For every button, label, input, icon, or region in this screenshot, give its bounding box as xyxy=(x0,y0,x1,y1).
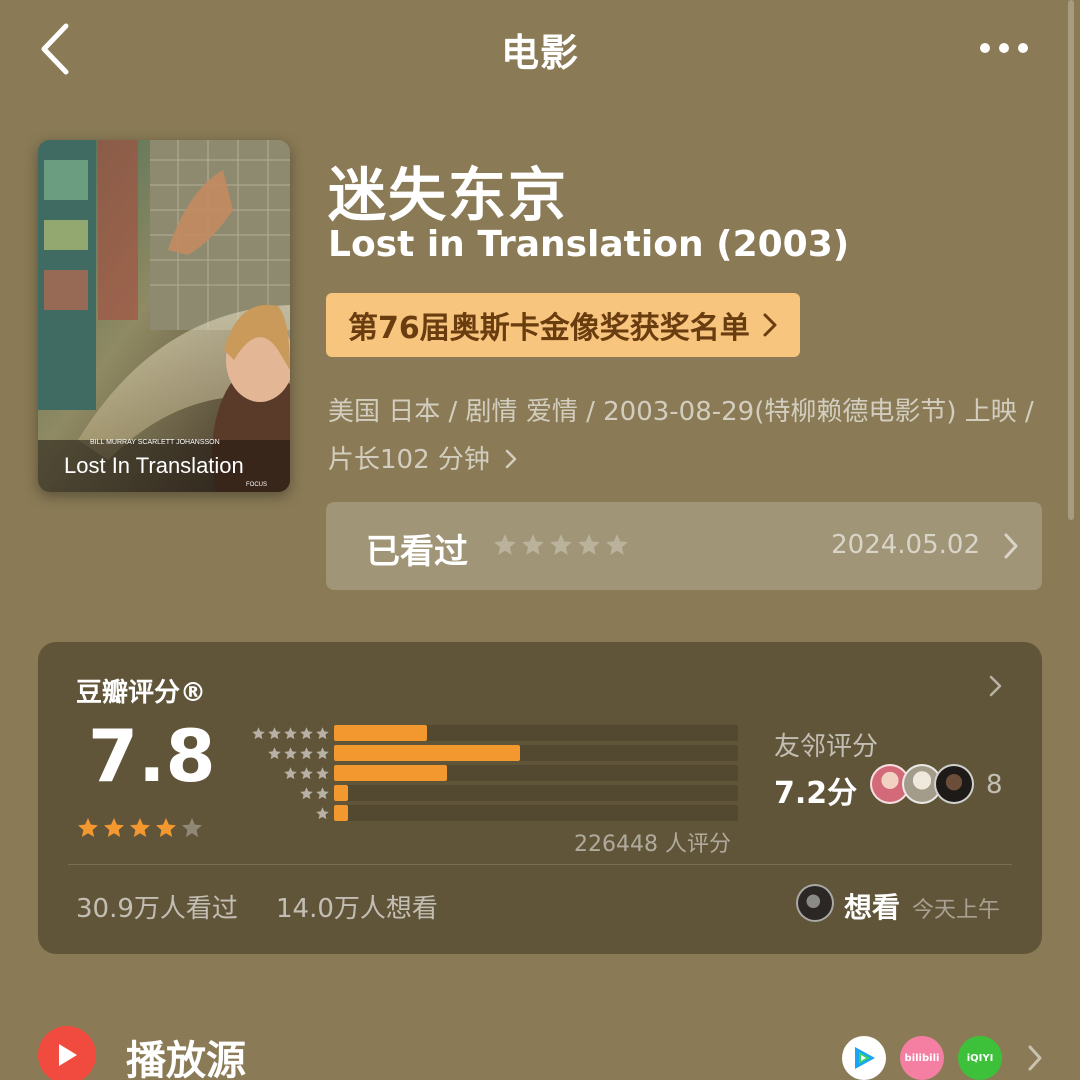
rating-bar-track xyxy=(334,805,738,821)
chevron-right-icon xyxy=(505,449,517,469)
star-icon xyxy=(156,818,176,837)
poster-studio: FOCUS xyxy=(246,482,267,488)
star-icon xyxy=(316,746,329,759)
row-stars xyxy=(234,786,330,801)
rating-bar-track xyxy=(334,765,738,781)
rating-card: 豆瓣评分® 7.8 226448 人评分 友邻评分 7.2分 8 30.9万人看… xyxy=(38,642,1042,954)
watched-count[interactable]: 30.9万人看过 xyxy=(76,888,238,925)
bilibili-icon[interactable]: bilibili xyxy=(900,1036,944,1080)
star-icon xyxy=(550,534,572,555)
star-icon xyxy=(300,766,313,779)
poster-title: Lost In Translation xyxy=(64,453,244,478)
rating-row xyxy=(234,804,738,822)
activity-time: 今天上午 xyxy=(912,898,1001,923)
star-icon xyxy=(606,534,628,555)
more-dot xyxy=(999,43,1009,53)
row-stars xyxy=(234,746,330,761)
movie-poster[interactable]: BILL MURRAY SCARLETT JOHANSSON Lost In T… xyxy=(38,140,290,492)
rating-bar-fill xyxy=(334,785,348,801)
rating-bar-track xyxy=(334,785,738,801)
movie-meta[interactable]: 美国 日本 / 剧情 爱情 / 2003-08-29(特柳赖德电影节) 上映 /… xyxy=(328,388,1048,484)
rating-bar-fill xyxy=(334,805,348,821)
row-stars xyxy=(234,766,330,781)
friends-rating-label: 友邻评分 xyxy=(774,732,879,762)
star-icon xyxy=(284,746,297,759)
rating-row xyxy=(234,784,738,802)
star-icon xyxy=(316,726,329,739)
star-icon xyxy=(316,766,329,779)
rating-row xyxy=(234,764,738,782)
movie-title-en: Lost in Translation (2003) xyxy=(328,224,850,265)
page-title: 电影 xyxy=(500,31,579,75)
award-banner[interactable]: 第76届奥斯卡金像奖获奖名单 xyxy=(326,293,800,357)
star-icon xyxy=(300,726,313,739)
rating-header: 豆瓣评分® xyxy=(76,678,207,708)
star-icon xyxy=(130,818,150,837)
star-icon xyxy=(300,786,313,799)
star-icon xyxy=(316,806,329,819)
star-icon xyxy=(300,746,313,759)
star-icon xyxy=(522,534,544,555)
chevron-right-icon[interactable] xyxy=(1026,1044,1044,1072)
row-stars xyxy=(234,726,330,741)
star-icon xyxy=(284,766,297,779)
avatar xyxy=(796,884,834,922)
chevron-right-icon xyxy=(1004,533,1018,559)
poster-credits: BILL MURRAY SCARLETT JOHANSSON xyxy=(90,439,220,446)
more-dot xyxy=(1018,43,1028,53)
star-icon xyxy=(268,726,281,739)
star-icon xyxy=(268,746,281,759)
rating-bar-fill xyxy=(334,745,520,761)
avatar xyxy=(934,764,974,804)
rating-bar-track xyxy=(334,745,738,761)
iqiyi-icon[interactable]: iQIYI xyxy=(958,1036,1002,1080)
award-text: 第76届奥斯卡金像奖获奖名单 xyxy=(348,311,750,346)
friends-rating-score: 7.2分 xyxy=(774,776,858,811)
watched-status-bar[interactable]: 已看过 2024.05.02 xyxy=(326,502,1042,590)
star-icon xyxy=(284,726,297,739)
want-count[interactable]: 14.0万人想看 xyxy=(276,888,438,925)
play-icon xyxy=(38,1026,96,1080)
movie-title-cn: 迷失东京 xyxy=(328,161,569,229)
star-icon xyxy=(252,726,265,739)
scrollbar[interactable] xyxy=(1068,0,1074,520)
movie-meta-text: 美国 日本 / 剧情 爱情 / 2003-08-29(特柳赖德电影节) 上映 /… xyxy=(328,397,1034,475)
friends-avatars[interactable] xyxy=(870,764,974,804)
rating-score: 7.8 xyxy=(88,714,216,798)
more-button[interactable] xyxy=(968,28,1040,68)
play-source-label[interactable]: 播放源 xyxy=(126,1028,246,1080)
rating-count: 226448 人评分 xyxy=(574,832,731,857)
rating-row xyxy=(234,724,738,742)
star-icon xyxy=(316,786,329,799)
chevron-right-icon[interactable] xyxy=(988,674,1004,698)
star-icon xyxy=(104,818,124,837)
rating-bar-track xyxy=(334,725,738,741)
rating-row xyxy=(234,744,738,762)
score-stars xyxy=(76,816,204,840)
my-rating-stars[interactable] xyxy=(492,532,630,558)
rating-bar-fill xyxy=(334,765,447,781)
star-icon xyxy=(182,818,202,837)
more-dot xyxy=(980,43,990,53)
divider xyxy=(68,864,1012,865)
star-icon xyxy=(494,534,516,555)
star-icon xyxy=(578,534,600,555)
friends-count: 8 xyxy=(986,770,1003,800)
chevron-right-icon xyxy=(763,313,777,337)
row-stars xyxy=(234,806,330,821)
tencent-video-icon[interactable] xyxy=(842,1036,886,1080)
activity-action: 想看 xyxy=(844,891,901,924)
star-icon xyxy=(78,818,98,837)
rating-bar-fill xyxy=(334,725,427,741)
watched-label: 已看过 xyxy=(366,532,468,572)
watched-date: 2024.05.02 xyxy=(831,530,980,560)
